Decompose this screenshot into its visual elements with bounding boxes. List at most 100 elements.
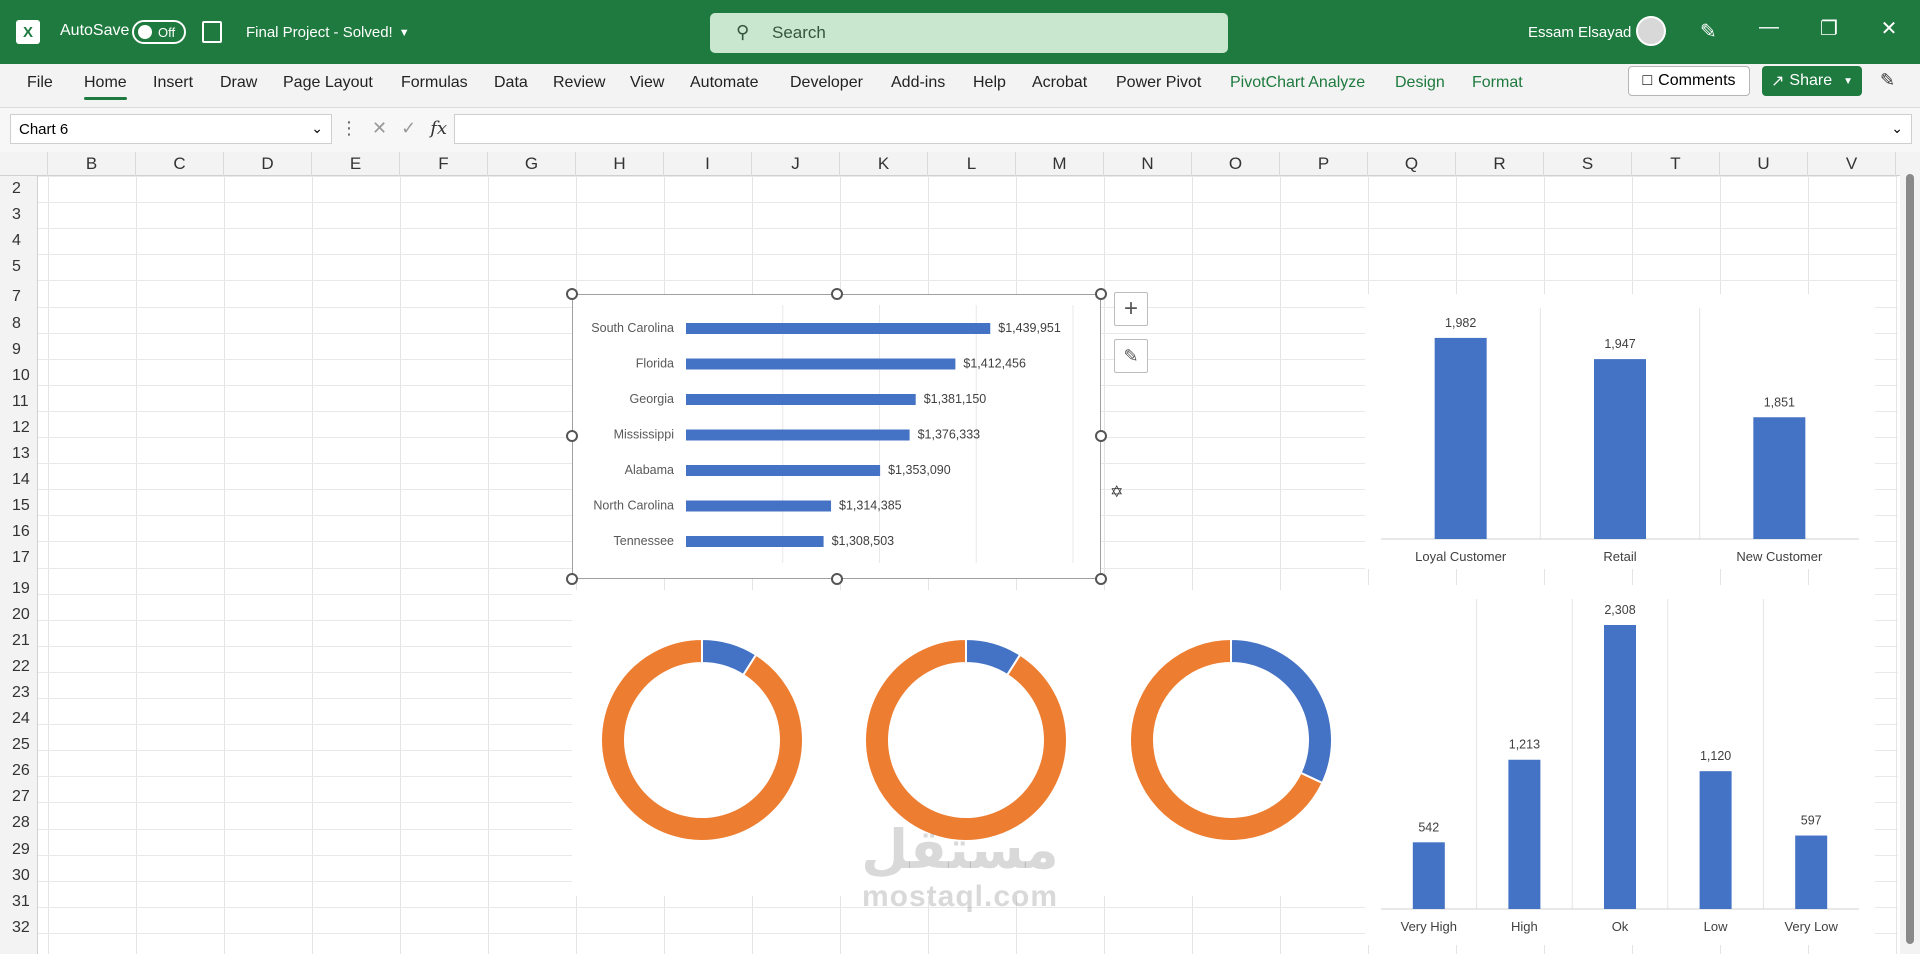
row-header-11[interactable]: 11: [0, 393, 38, 411]
row-header-17[interactable]: 17: [0, 549, 38, 567]
tab-insert[interactable]: Insert: [153, 74, 193, 92]
user-name[interactable]: Essam Elsayad: [1528, 24, 1631, 41]
column-header-i[interactable]: I: [664, 152, 752, 176]
row-header-3[interactable]: 3: [0, 206, 38, 224]
column-header-t[interactable]: T: [1632, 152, 1720, 176]
row-header-19[interactable]: 19: [0, 580, 38, 598]
column-header-v[interactable]: V: [1808, 152, 1896, 176]
row-header-29[interactable]: 29: [0, 841, 38, 859]
share-button[interactable]: ↗ Share ▼: [1762, 66, 1862, 96]
enter-icon[interactable]: ✓: [401, 118, 416, 139]
row-header-13[interactable]: 13: [0, 445, 38, 463]
row-header-4[interactable]: 4: [0, 232, 38, 250]
row-header-7[interactable]: 7: [0, 288, 38, 306]
vertical-scrollbar[interactable]: [1900, 152, 1920, 954]
row-header-10[interactable]: 10: [0, 367, 38, 385]
comments-button[interactable]: □ Comments: [1628, 66, 1750, 96]
row-header-2[interactable]: 2: [0, 180, 38, 198]
row-header-9[interactable]: 9: [0, 341, 38, 359]
row-header-16[interactable]: 16: [0, 523, 38, 541]
autosave-toggle[interactable]: Off: [132, 20, 186, 44]
row-header-32[interactable]: 32: [0, 919, 38, 937]
close-icon[interactable]: ✕: [1874, 16, 1904, 41]
scrollbar-thumb[interactable]: [1906, 174, 1914, 944]
rating-chart[interactable]: 542 Very High 1,213 High 2,308 Ok 1,120 Low 597 V…: [1365, 585, 1875, 945]
column-header-r[interactable]: R: [1456, 152, 1544, 176]
tab-add-ins[interactable]: Add-ins: [891, 74, 945, 92]
resize-handle[interactable]: [1095, 430, 1107, 442]
column-header-a[interactable]: [38, 152, 48, 176]
tab-review[interactable]: Review: [553, 74, 605, 92]
avatar[interactable]: [1636, 16, 1666, 46]
row-header-21[interactable]: 21: [0, 632, 38, 650]
resize-handle[interactable]: [566, 573, 578, 585]
column-header-b[interactable]: B: [48, 152, 136, 176]
column-header-l[interactable]: L: [928, 152, 1016, 176]
column-header-p[interactable]: P: [1280, 152, 1368, 176]
chart-styles-brush-icon[interactable]: ✎: [1114, 339, 1148, 373]
row-header-26[interactable]: 26: [0, 762, 38, 780]
column-header-e[interactable]: E: [312, 152, 400, 176]
row-header-8[interactable]: 8: [0, 315, 38, 333]
search-box[interactable]: ⚲ Search: [710, 13, 1228, 53]
chevron-down-icon[interactable]: ⌄: [311, 120, 323, 137]
customer-type-chart[interactable]: 1,982 Loyal Customer 1,947 Retail 1,851 New C…: [1365, 294, 1875, 569]
tab-help[interactable]: Help: [973, 74, 1006, 92]
resize-handle[interactable]: [831, 573, 843, 585]
column-header-s[interactable]: S: [1544, 152, 1632, 176]
row-header-20[interactable]: 20: [0, 606, 38, 624]
tab-view[interactable]: View: [630, 74, 664, 92]
tab-home[interactable]: Home: [84, 74, 127, 100]
tab-design[interactable]: Design: [1395, 74, 1445, 92]
tab-automate[interactable]: Automate: [690, 74, 758, 92]
resize-handle[interactable]: [1095, 288, 1107, 300]
chevron-down-icon[interactable]: ⌄: [1891, 120, 1903, 137]
resize-handle[interactable]: [831, 288, 843, 300]
column-header-g[interactable]: G: [488, 152, 576, 176]
row-header-30[interactable]: 30: [0, 867, 38, 885]
tab-data[interactable]: Data: [494, 74, 528, 92]
row-header-27[interactable]: 27: [0, 788, 38, 806]
column-header-k[interactable]: K: [840, 152, 928, 176]
column-header-j[interactable]: J: [752, 152, 840, 176]
formula-input[interactable]: ⌄: [454, 114, 1912, 144]
column-header-f[interactable]: F: [400, 152, 488, 176]
restore-icon[interactable]: ❐: [1814, 16, 1844, 41]
feedback-icon[interactable]: ✎: [1880, 70, 1895, 91]
tab-formulas[interactable]: Formulas: [401, 74, 468, 92]
tab-file[interactable]: File: [27, 74, 53, 92]
row-header-31[interactable]: 31: [0, 893, 38, 911]
resize-handle[interactable]: [566, 430, 578, 442]
column-header-d[interactable]: D: [224, 152, 312, 176]
row-header-5[interactable]: 5: [0, 258, 38, 276]
insert-function-icon[interactable]: fx: [430, 118, 447, 139]
tab-page-layout[interactable]: Page Layout: [283, 74, 373, 92]
resize-handle[interactable]: [1095, 573, 1107, 585]
chevron-down-icon[interactable]: ▼: [1843, 76, 1853, 87]
state-sales-chart[interactable]: South Carolina $1,439,951 Florida $1,412,45…: [572, 294, 1101, 579]
row-header-24[interactable]: 24: [0, 710, 38, 728]
row-header-25[interactable]: 25: [0, 736, 38, 754]
tab-power-pivot[interactable]: Power Pivot: [1116, 74, 1201, 92]
minimize-icon[interactable]: —: [1754, 16, 1784, 39]
column-header-q[interactable]: Q: [1368, 152, 1456, 176]
row-header-15[interactable]: 15: [0, 497, 38, 515]
row-header-14[interactable]: 14: [0, 471, 38, 489]
file-name-dropdown[interactable]: Final Project - Solved! ▼: [246, 24, 410, 41]
column-header-u[interactable]: U: [1720, 152, 1808, 176]
tab-format[interactable]: Format: [1472, 74, 1523, 92]
name-box[interactable]: Chart 6 ⌄: [10, 114, 332, 144]
row-header-12[interactable]: 12: [0, 419, 38, 437]
row-header-23[interactable]: 23: [0, 684, 38, 702]
save-icon[interactable]: [202, 21, 222, 43]
column-header-n[interactable]: N: [1104, 152, 1192, 176]
cancel-icon[interactable]: ✕: [372, 118, 387, 139]
column-header-o[interactable]: O: [1192, 152, 1280, 176]
tab-pivotchart-analyze[interactable]: PivotChart Analyze: [1230, 74, 1365, 92]
tab-acrobat[interactable]: Acrobat: [1032, 74, 1087, 92]
tab-draw[interactable]: Draw: [220, 74, 257, 92]
column-header-h[interactable]: H: [576, 152, 664, 176]
chart-elements-plus-icon[interactable]: +: [1114, 292, 1148, 326]
row-header-28[interactable]: 28: [0, 814, 38, 832]
designer-pen-icon[interactable]: ✎: [1700, 19, 1717, 44]
